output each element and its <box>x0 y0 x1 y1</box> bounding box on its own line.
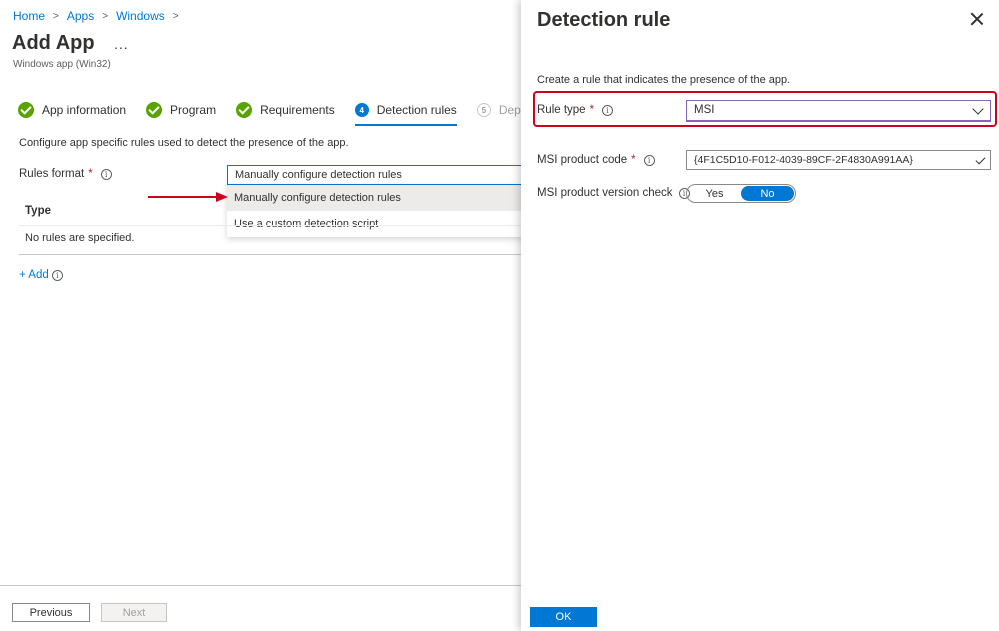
version-check-label: MSI product version check i <box>537 187 690 199</box>
breadcrumb-apps[interactable]: Apps <box>67 9 94 23</box>
page-description: Configure app specific rules used to det… <box>19 137 349 149</box>
step-dependencies[interactable]: 5 Depe <box>476 100 521 120</box>
column-header-type: Type <box>25 205 51 217</box>
breadcrumb-home[interactable]: Home <box>13 9 45 23</box>
label-text: Rules format <box>19 168 85 180</box>
chevron-right-icon: > <box>53 10 59 22</box>
checkmark-icon <box>18 102 34 118</box>
detection-rule-panel: Detection rule Create a rule that indica… <box>521 0 999 631</box>
product-code-input[interactable]: {4F1C5D10-F012-4039-89CF-2F4830A991AA} <box>686 150 991 170</box>
breadcrumb-windows[interactable]: Windows <box>116 9 165 23</box>
step-label: Depe <box>498 103 521 117</box>
step-requirements[interactable]: Requirements <box>236 100 335 120</box>
add-app-page: Home > Apps > Windows > Add App ... Wind… <box>0 0 521 631</box>
panel-description: Create a rule that indicates the presenc… <box>537 74 791 86</box>
rule-type-label: Rule type * i <box>537 104 614 116</box>
label-text: MSI product version check <box>537 187 673 199</box>
product-code-label: MSI product code * i <box>537 154 655 166</box>
required-marker: * <box>589 104 595 116</box>
label-text: MSI product code <box>537 154 628 166</box>
input-value: {4F1C5D10-F012-4039-89CF-2F4830A991AA} <box>694 154 913 166</box>
chevron-right-icon: > <box>102 10 109 22</box>
label-text: Rule type <box>537 104 586 116</box>
selected-value: MSI <box>694 104 715 116</box>
empty-table-message: No rules are specified. <box>25 232 135 244</box>
next-button[interactable]: Next <box>101 603 167 622</box>
step-label: App information <box>42 103 127 117</box>
step-number: 4 <box>354 103 369 117</box>
step-label: Requirements <box>260 103 335 117</box>
rule-type-dropdown[interactable]: MSI <box>686 100 991 122</box>
toggle-yes[interactable]: Yes <box>688 186 741 201</box>
rules-format-label: Rules format * i <box>19 168 112 180</box>
ok-button[interactable]: OK <box>530 607 597 627</box>
checkmark-icon <box>236 102 253 118</box>
previous-button[interactable]: Previous <box>12 603 90 622</box>
step-label: Detection rules <box>376 103 457 117</box>
info-icon[interactable]: i <box>100 168 112 180</box>
toggle-no[interactable]: No <box>741 186 794 201</box>
rules-format-options: Manually configure detection rules Use a… <box>227 185 521 237</box>
more-options-button[interactable]: ... <box>114 36 129 52</box>
step-program[interactable]: Program <box>146 100 216 120</box>
step-label: Program <box>170 103 217 117</box>
chevron-down-icon <box>972 103 984 115</box>
checkmark-icon <box>975 154 986 165</box>
add-label: + Add <box>19 269 49 281</box>
chevron-right-icon: > <box>172 10 179 22</box>
page-subtitle: Windows app (Win32) <box>13 59 111 70</box>
step-app-information[interactable]: App information <box>18 100 126 120</box>
required-marker: * <box>631 154 636 166</box>
step-number: 5 <box>476 103 491 117</box>
info-icon[interactable]: i <box>602 104 614 116</box>
divider <box>19 254 521 255</box>
add-rule-link[interactable]: + Add i <box>19 269 63 281</box>
red-arrow-annotation <box>148 192 228 202</box>
breadcrumb: Home > Apps > Windows > <box>13 9 187 23</box>
option-manual[interactable]: Manually configure detection rules <box>227 185 521 211</box>
divider <box>19 225 521 226</box>
step-detection-rules[interactable]: 4 Detection rules <box>354 100 457 126</box>
required-marker: * <box>88 168 93 180</box>
rules-format-dropdown[interactable]: Manually configure detection rules <box>227 165 521 185</box>
checkmark-icon <box>146 102 163 118</box>
version-check-toggle[interactable]: Yes No <box>686 184 796 203</box>
page-title: Add App <box>12 32 95 54</box>
info-icon[interactable]: i <box>643 154 655 166</box>
wizard-steps: App information Program Requirements 4 D… <box>18 100 521 126</box>
close-icon[interactable] <box>969 11 985 27</box>
panel-title: Detection rule <box>537 9 671 31</box>
option-custom-script[interactable]: Use a custom detection script <box>227 211 521 237</box>
info-icon[interactable]: i <box>51 269 63 281</box>
footer-divider <box>0 585 521 586</box>
